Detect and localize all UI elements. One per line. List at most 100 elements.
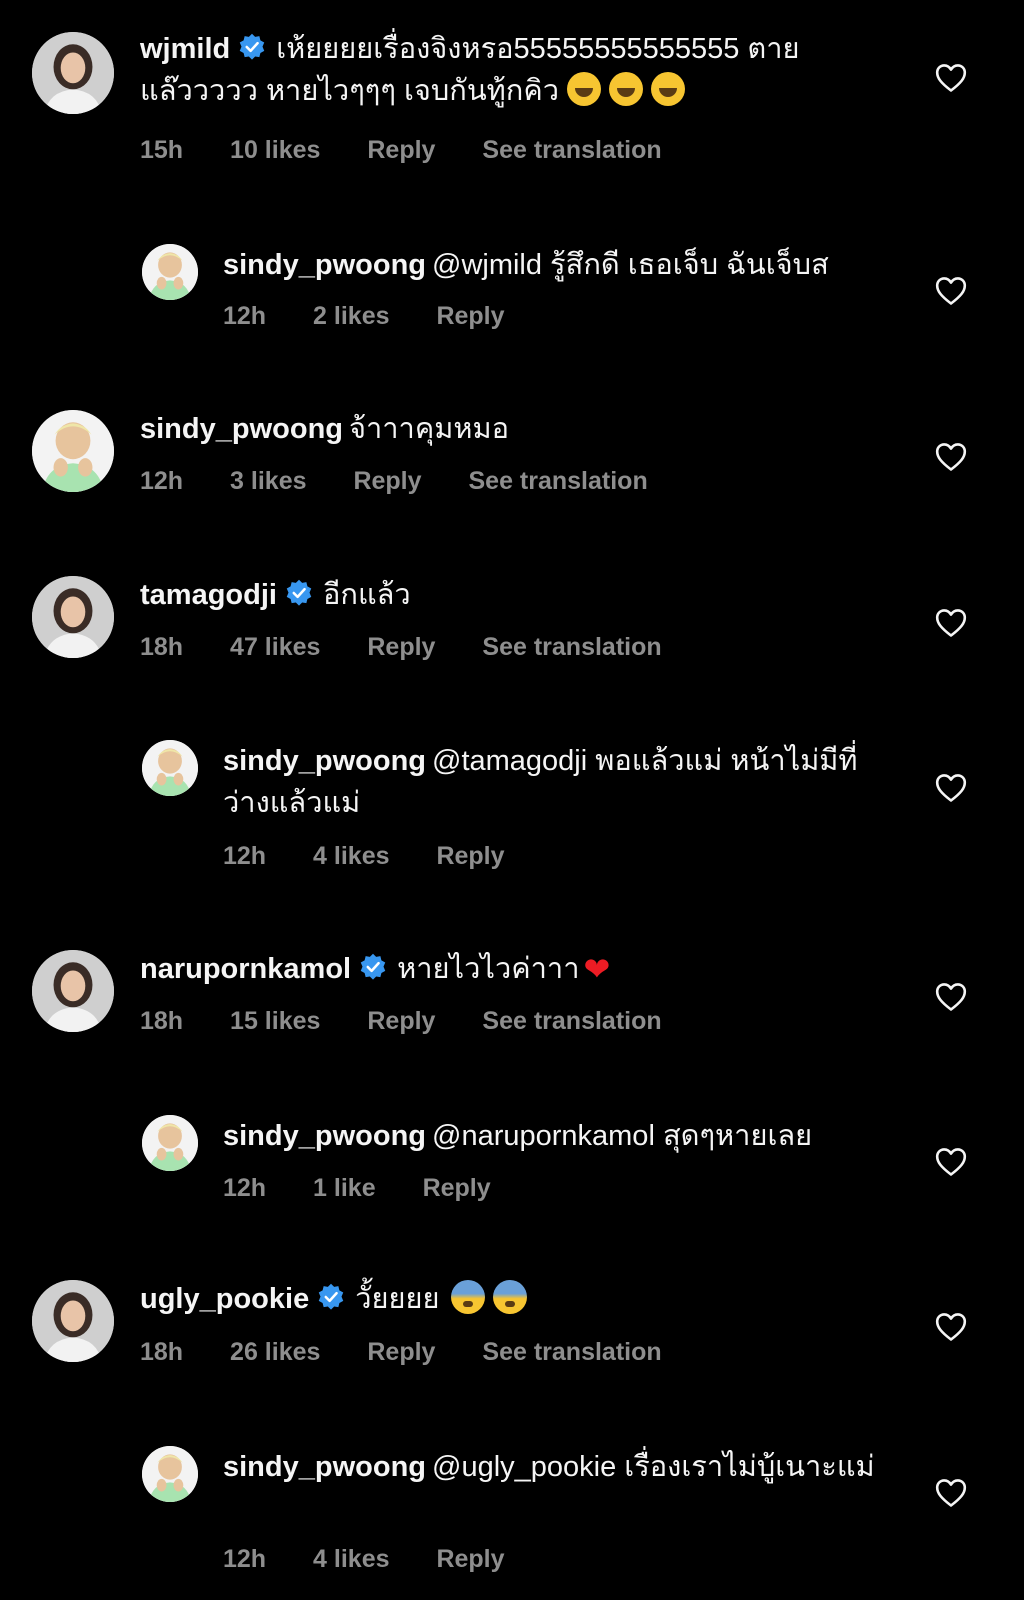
reply-button[interactable]: Reply (367, 1007, 435, 1035)
like-heart-icon[interactable] (935, 442, 967, 472)
avatar[interactable] (142, 1115, 198, 1171)
comment-username[interactable]: sindy_pwoong (223, 745, 426, 777)
comment-time: 12h (223, 842, 267, 870)
avatar-woman-icon (32, 32, 114, 114)
reply-button[interactable]: Reply (367, 136, 435, 164)
avatar-woman-icon (32, 576, 114, 658)
see-translation-link[interactable]: See translation (469, 467, 648, 495)
likes-count-link[interactable]: 26 likes (230, 1338, 320, 1366)
comment-body: tamagodji อีกแล้ว (140, 574, 860, 616)
comment-time: 12h (223, 1174, 267, 1202)
comment-text: @wjmild รู้สึกดี เธอเจ็บ ฉันเจ็บส (432, 249, 829, 281)
laughing-emoji-icon (559, 72, 686, 107)
avatar[interactable] (142, 1446, 198, 1502)
comment-meta: 18h 26 likes Reply See translation (140, 1338, 702, 1367)
comment-meta: 15h 10 likes Reply See translation (140, 136, 702, 165)
comment-time: 12h (140, 467, 184, 495)
comment-username[interactable]: narupornkamol (140, 953, 351, 985)
comment-time: 18h (140, 1338, 184, 1366)
comment-meta: 12h 4 likes Reply (223, 1545, 545, 1574)
red-heart-emoji-icon: ❤ (583, 951, 611, 987)
like-heart-icon[interactable] (935, 1147, 967, 1177)
comment-meta: 12h 4 likes Reply (223, 842, 545, 871)
reply-button[interactable]: Reply (367, 1338, 435, 1366)
avatar[interactable] (32, 32, 114, 114)
reply-button[interactable]: Reply (436, 302, 504, 330)
comment-time: 18h (140, 633, 184, 661)
likes-count-link[interactable]: 3 likes (230, 467, 306, 495)
comment-username[interactable]: sindy_pwoong (223, 1120, 426, 1152)
reply-button[interactable]: Reply (436, 1545, 504, 1573)
see-translation-link[interactable]: See translation (482, 1007, 661, 1035)
comment-text: @ugly_pookie เรื่องเราไม่บู้เนาะแม่ (432, 1451, 875, 1483)
avatar-man-icon (142, 1115, 198, 1171)
comment-body: sindy_pwoong @ugly_pookie เรื่องเราไม่บู้… (223, 1446, 883, 1488)
like-heart-icon[interactable] (935, 276, 967, 306)
comment-time: 12h (223, 1545, 267, 1573)
comment-time: 15h (140, 136, 184, 164)
avatar[interactable] (32, 576, 114, 658)
comment-username[interactable]: sindy_pwoong (223, 1451, 426, 1483)
comment-username[interactable]: sindy_pwoong (140, 413, 343, 445)
comment-body: sindy_pwoong @tamagodji พอแล้วแม่ หน้าไม่… (223, 740, 863, 824)
comment-meta: 12h 1 like Reply (223, 1174, 531, 1203)
comment-time: 18h (140, 1007, 184, 1035)
avatar-woman-icon (32, 1280, 114, 1362)
avatar-woman-icon (32, 950, 114, 1032)
verified-badge-icon (285, 579, 313, 607)
like-heart-icon[interactable] (935, 773, 967, 803)
likes-count-link[interactable]: 15 likes (230, 1007, 320, 1035)
verified-badge-icon (238, 33, 266, 61)
comment-body: sindy_pwoong @narupornkamol สุดๆหายเลย (223, 1115, 903, 1157)
comment-text: @narupornkamol สุดๆหายเลย (432, 1120, 813, 1152)
likes-count-link[interactable]: 4 likes (313, 1545, 389, 1573)
verified-badge-icon (317, 1283, 345, 1311)
verified-badge-icon (359, 953, 387, 981)
see-translation-link[interactable]: See translation (482, 633, 661, 661)
likes-count-link[interactable]: 47 likes (230, 633, 320, 661)
like-heart-icon[interactable] (935, 1312, 967, 1342)
comment-text: วั้ยยยย (355, 1283, 440, 1315)
reply-button[interactable]: Reply (353, 467, 421, 495)
comment-body: narupornkamol หายไวไวค่าาา ❤ (140, 948, 860, 990)
like-heart-icon[interactable] (935, 982, 967, 1012)
comment-username[interactable]: wjmild (140, 33, 230, 65)
comment-username[interactable]: ugly_pookie (140, 1283, 309, 1315)
avatar[interactable] (32, 1280, 114, 1362)
likes-count-link[interactable]: 1 like (313, 1174, 376, 1202)
avatar[interactable] (32, 410, 114, 492)
see-translation-link[interactable]: See translation (482, 1338, 661, 1366)
avatar-man-icon (142, 740, 198, 796)
comment-body: wjmild เห้ยยยยเรื่องจิงหรอ55555555555555 … (140, 28, 860, 112)
likes-count-link[interactable]: 10 likes (230, 136, 320, 164)
avatar-man-icon (32, 410, 114, 492)
avatar-man-icon (142, 244, 198, 300)
see-translation-link[interactable]: See translation (482, 136, 661, 164)
like-heart-icon[interactable] (935, 63, 967, 93)
avatar[interactable] (142, 740, 198, 796)
reply-button[interactable]: Reply (423, 1174, 491, 1202)
comment-username[interactable]: sindy_pwoong (223, 249, 426, 281)
comment-username[interactable]: tamagodji (140, 579, 277, 611)
comment-meta: 18h 15 likes Reply See translation (140, 1007, 702, 1036)
avatar-man-icon (142, 1446, 198, 1502)
comment-meta: 12h 3 likes Reply See translation (140, 467, 688, 496)
comment-text: หายไวไวค่าาา (397, 953, 580, 985)
avatar[interactable] (32, 950, 114, 1032)
avatar[interactable] (142, 244, 198, 300)
comment-body: sindy_pwoong จ้าาาคุมหมอ (140, 408, 860, 450)
like-heart-icon[interactable] (935, 608, 967, 638)
comment-time: 12h (223, 302, 267, 330)
comment-text: อีกแล้ว (322, 579, 411, 611)
likes-count-link[interactable]: 2 likes (313, 302, 389, 330)
reply-button[interactable]: Reply (436, 842, 504, 870)
comment-body: sindy_pwoong @wjmild รู้สึกดี เธอเจ็บ ฉัน… (223, 244, 903, 286)
anxious-face-emoji-icon (439, 1280, 528, 1315)
likes-count-link[interactable]: 4 likes (313, 842, 389, 870)
comment-meta: 18h 47 likes Reply See translation (140, 633, 702, 662)
comment-meta: 12h 2 likes Reply (223, 302, 545, 331)
comment-body: ugly_pookie วั้ยยยย (140, 1278, 860, 1320)
reply-button[interactable]: Reply (367, 633, 435, 661)
like-heart-icon[interactable] (935, 1478, 967, 1508)
comment-text: จ้าาาคุมหมอ (349, 413, 510, 445)
